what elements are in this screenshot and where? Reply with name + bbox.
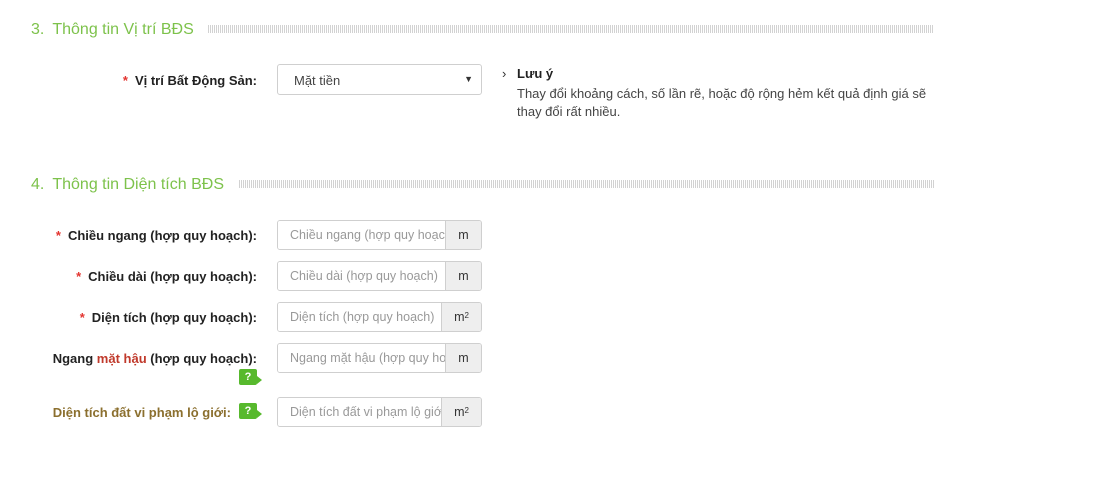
area-input[interactable] — [278, 303, 441, 331]
violation-area-input-group: m2 — [277, 397, 482, 427]
required-mark: * — [55, 228, 61, 243]
help-icon[interactable]: ? — [239, 369, 262, 385]
caret-down-icon: ▼ — [464, 74, 473, 84]
violation-area-input[interactable] — [278, 398, 441, 426]
location-label: * Vị trí Bất Động Sản: — [122, 73, 257, 88]
rear-width-label: Ngang mặt hậu (hợp quy hoạch): — [52, 351, 257, 366]
unit-addon: m — [445, 344, 481, 372]
rear-width-input[interactable] — [278, 344, 445, 372]
width-label: * Chiều ngang (hợp quy hoạch): — [55, 228, 257, 243]
section-title: Thông tin Diện tích BĐS — [52, 176, 224, 193]
width-input-group: m — [277, 220, 482, 250]
rear-width-emphasis: mặt hậu — [96, 351, 147, 366]
location-select-value: Mặt tiền — [294, 73, 341, 88]
section-number: 3. — [31, 21, 45, 38]
area-input-group: m2 — [277, 302, 482, 332]
violation-area-label: Diện tích đất vi phạm lộ giới: — [52, 405, 231, 420]
unit-addon: m2 — [441, 303, 481, 331]
length-input-group: m — [277, 261, 482, 291]
area-label: * Diện tích (hợp quy hoạch): — [79, 310, 257, 325]
required-mark: * — [79, 310, 85, 325]
help-icon[interactable]: ? — [239, 403, 262, 419]
length-label: * Chiều dài (hợp quy hoạch): — [76, 269, 257, 284]
section-divider — [208, 25, 934, 33]
width-input[interactable] — [278, 221, 445, 249]
rear-width-input-group: m — [277, 343, 482, 373]
note-body: Thay đổi khoảng cách, số lần rẽ, hoặc độ… — [517, 86, 927, 119]
note-heading: Lưu ý — [517, 66, 554, 81]
section-3-header: 3. Thông tin Vị trí BĐS — [31, 20, 934, 40]
section-title: Thông tin Vị trí BĐS — [52, 21, 194, 38]
section-4-header: 4. Thông tin Diện tích BĐS — [31, 175, 934, 195]
required-mark: * — [122, 73, 128, 88]
unit-addon: m — [445, 262, 481, 290]
chevron-right-icon: › — [502, 66, 507, 81]
location-select[interactable]: Mặt tiền ▼ — [277, 64, 482, 95]
section-number: 4. — [31, 176, 45, 193]
unit-addon: m — [445, 221, 481, 249]
section-divider — [239, 180, 934, 188]
length-input[interactable] — [278, 262, 445, 290]
unit-addon: m2 — [441, 398, 481, 426]
required-mark: * — [76, 269, 82, 284]
